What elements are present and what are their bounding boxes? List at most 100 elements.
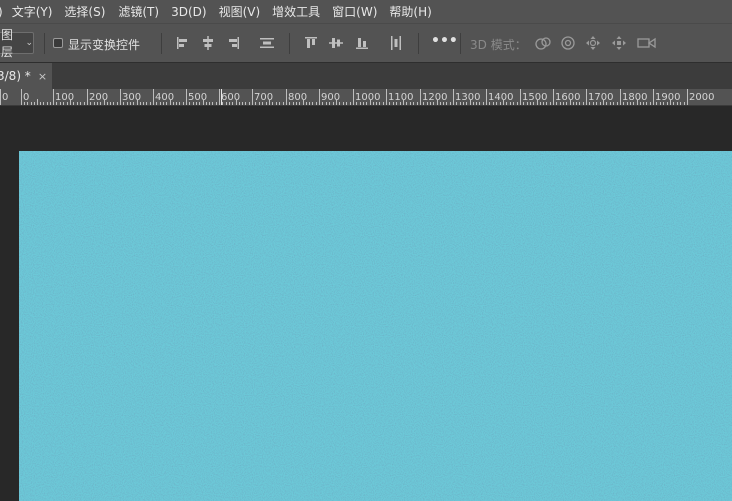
menu-item-filter[interactable]: 滤镜(T): [118, 3, 159, 20]
document-tab[interactable]: 3/8) * ×: [0, 63, 52, 89]
ruler-minor-tick: [503, 99, 504, 105]
show-transform-checkbox[interactable]: [53, 38, 63, 48]
ruler-minor-tick: [24, 102, 25, 105]
ruler-minor-tick: [60, 102, 61, 105]
ruler-minor-tick: [460, 102, 461, 105]
align-vertical-center-icon[interactable]: [328, 35, 344, 51]
3d-camera-icon[interactable]: [637, 35, 657, 51]
ruler-major-tick: [252, 89, 253, 105]
ruler-minor-tick: [306, 102, 307, 105]
distribute-horizontal-icon[interactable]: [259, 35, 275, 51]
ruler-minor-tick: [640, 102, 641, 105]
ruler-minor-tick: [643, 102, 644, 105]
menu-item-window[interactable]: 窗口(W): [332, 3, 377, 20]
ruler-minor-tick: [50, 102, 51, 105]
align-top-icon[interactable]: [303, 35, 319, 51]
ruler-minor-tick: [450, 102, 451, 105]
menu-item-type[interactable]: 文字(Y): [12, 3, 53, 20]
ruler-minor-tick: [316, 102, 317, 105]
align-left-icon[interactable]: [175, 35, 191, 51]
ruler-major-tick: [219, 89, 220, 105]
ruler-minor-tick: [546, 102, 547, 105]
ruler-minor-tick: [206, 102, 207, 105]
menu-item-help[interactable]: 帮助(H): [389, 3, 431, 20]
3d-roll-icon[interactable]: [560, 35, 576, 51]
menu-item-3d[interactable]: 3D(D): [171, 5, 206, 19]
ruler-minor-tick: [417, 102, 418, 105]
ruler-minor-tick: [203, 99, 204, 105]
document-canvas[interactable]: [19, 151, 732, 501]
ruler-minor-tick: [173, 102, 174, 105]
ruler-minor-tick: [563, 102, 564, 105]
ruler-minor-tick: [166, 102, 167, 105]
ruler-minor-tick: [617, 102, 618, 105]
ruler-minor-tick: [677, 102, 678, 105]
ruler-minor-tick: [630, 102, 631, 105]
ruler-minor-tick: [403, 99, 404, 105]
ruler-minor-tick: [406, 102, 407, 105]
ruler-minor-tick: [113, 102, 114, 105]
more-options-button[interactable]: •••: [431, 33, 458, 49]
align-horizontal-center-icon[interactable]: [200, 35, 216, 51]
ruler-minor-tick: [633, 102, 634, 105]
ruler-minor-tick: [123, 102, 124, 105]
ruler-minor-tick: [236, 99, 237, 105]
ruler-minor-tick: [259, 102, 260, 105]
ruler-minor-tick: [473, 102, 474, 105]
chevron-down-icon: ⌄: [25, 38, 33, 48]
ruler-minor-tick: [117, 102, 118, 105]
ruler-minor-tick: [242, 102, 243, 105]
align-right-icon[interactable]: [225, 35, 241, 51]
ruler-minor-tick: [104, 99, 105, 105]
ruler-major-tick: [353, 89, 354, 105]
ruler-minor-tick: [90, 102, 91, 105]
ruler-minor-tick: [279, 102, 280, 105]
close-icon[interactable]: ×: [38, 70, 47, 83]
align-bottom-icon[interactable]: [354, 35, 370, 51]
ruler-minor-tick: [77, 102, 78, 105]
3d-drag-icon[interactable]: [585, 35, 601, 51]
ruler-minor-tick: [350, 102, 351, 105]
ruler-minor-tick: [556, 102, 557, 105]
ruler-minor-tick: [443, 102, 444, 105]
3d-slide-icon[interactable]: [611, 35, 627, 51]
ruler-minor-tick: [336, 99, 337, 105]
ruler-minor-tick: [160, 102, 161, 105]
divider: [460, 33, 461, 54]
auto-select-dropdown[interactable]: 图层 ⌄: [0, 28, 34, 59]
menu-item-select[interactable]: 选择(S): [64, 3, 105, 20]
ruler-minor-tick: [293, 102, 294, 105]
ruler-minor-tick: [483, 102, 484, 105]
ruler-minor-tick: [100, 102, 101, 105]
divider: [44, 33, 45, 54]
ruler-minor-tick: [303, 99, 304, 105]
ruler-minor-tick: [376, 102, 377, 105]
ruler-minor-tick: [212, 102, 213, 105]
ruler-minor-tick: [440, 102, 441, 105]
ruler-minor-tick: [193, 102, 194, 105]
ruler-minor-tick: [283, 102, 284, 105]
ruler-minor-tick: [537, 99, 538, 105]
ruler-label: 100: [55, 92, 75, 103]
ruler-label: 500: [188, 92, 208, 103]
ruler-minor-tick: [583, 102, 584, 105]
ruler-label: 2000: [689, 92, 715, 103]
ruler-label: 0: [2, 92, 9, 103]
ruler-minor-tick: [150, 102, 151, 105]
distribute-vertical-icon[interactable]: [388, 35, 404, 51]
menu-item-view[interactable]: 视图(V): [219, 3, 261, 20]
ruler-major-tick: [553, 89, 554, 105]
ruler-minor-tick: [94, 102, 95, 105]
show-transform-label: 显示变换控件: [68, 38, 141, 52]
ruler-minor-tick: [366, 102, 367, 105]
ruler-minor-tick: [130, 102, 131, 105]
menu-item-partial[interactable]: ): [0, 5, 3, 19]
ruler-minor-tick: [396, 102, 397, 105]
menu-item-plugins[interactable]: 增效工具: [272, 3, 320, 20]
ruler-minor-tick: [466, 102, 467, 105]
3d-orbit-icon[interactable]: [533, 35, 553, 51]
ruler-minor-tick: [262, 102, 263, 105]
ruler-major-tick: [520, 89, 521, 105]
ruler-minor-tick: [107, 102, 108, 105]
ruler-minor-tick: [80, 102, 81, 105]
